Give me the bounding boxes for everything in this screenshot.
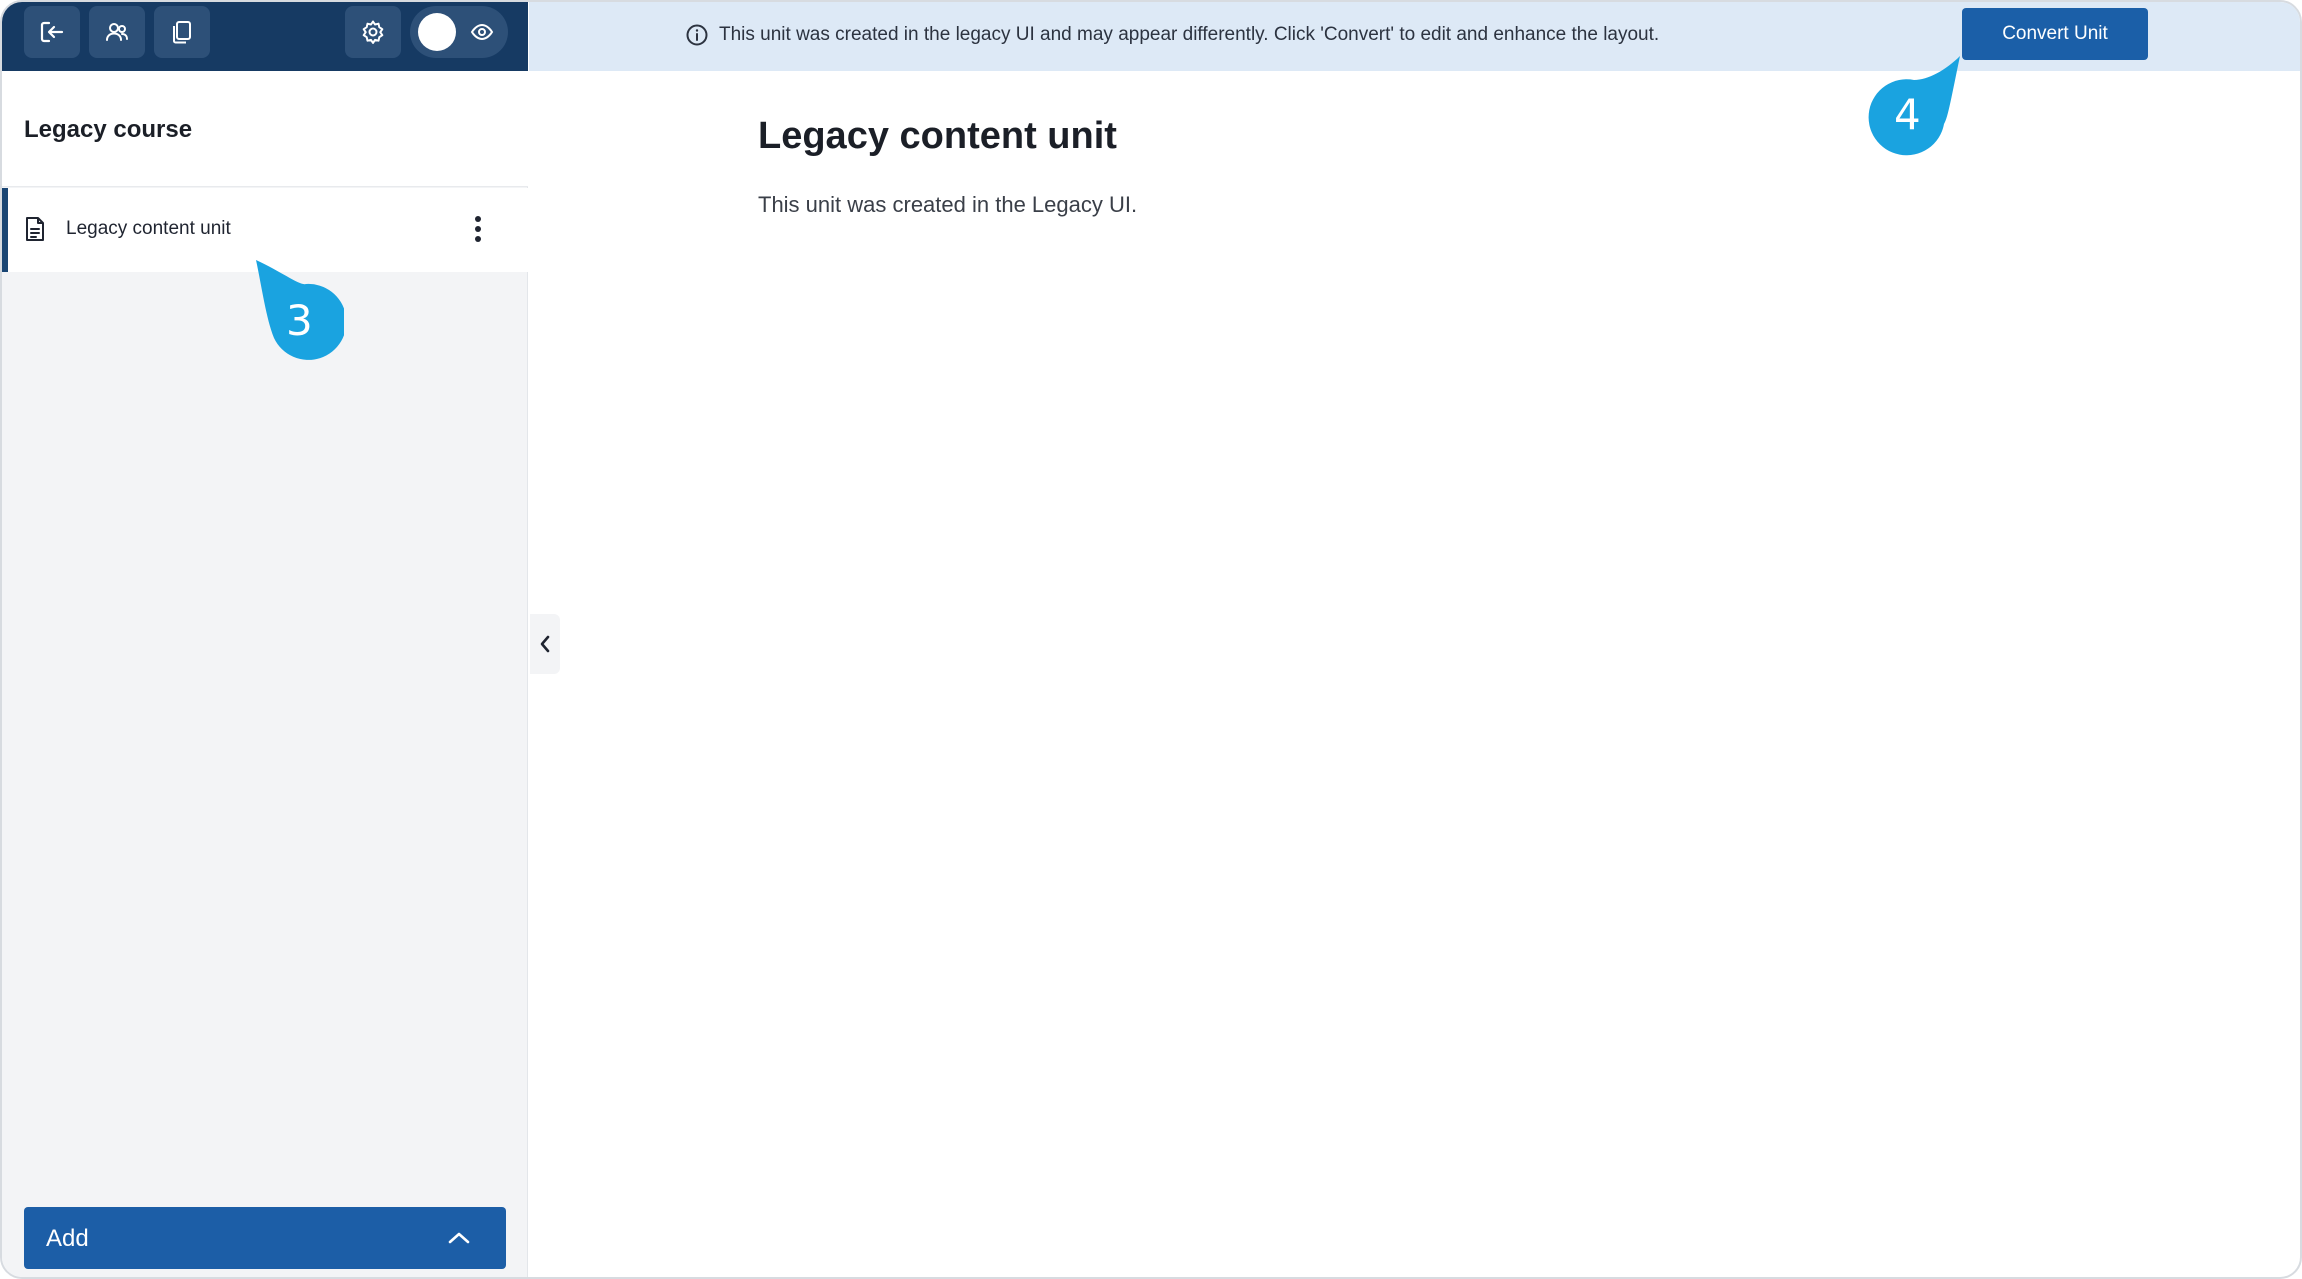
users-icon [106,23,128,41]
content-body: This unit was created in the Legacy UI. [758,192,1138,217]
toggle-knob [418,13,456,51]
document-icon [26,217,44,241]
add-label: Add [46,1225,89,1252]
sidebar-item-label: Legacy content unit [66,218,231,239]
add-button[interactable]: Add [24,1207,506,1269]
course-title: Legacy course [24,116,193,143]
info-icon [686,24,708,46]
settings-button[interactable] [345,6,401,58]
page-title: Legacy content unit [758,115,1117,157]
users-button[interactable] [89,6,145,58]
sidebar-toolbar [2,2,528,71]
copy-icon [173,21,191,44]
callout-number: 3 [286,296,313,345]
course-header: Legacy course [2,71,528,187]
exit-button[interactable] [24,6,80,58]
callout-marker-3: 3 [252,258,347,366]
chevron-left-icon [540,635,550,653]
collapse-sidebar-button[interactable] [530,614,560,674]
banner-text: This unit was created in the legacy UI a… [719,24,1660,45]
app-window: Legacy course Legacy content unit Add Th… [0,0,2302,1279]
exit-icon [40,21,64,43]
eye-icon [470,23,494,41]
callout-marker-4: 4 [1868,54,1964,156]
more-vertical-icon[interactable] [472,214,484,244]
chevron-up-icon [448,1232,470,1244]
copy-button[interactable] [154,6,210,58]
convert-unit-button[interactable]: Convert Unit [1962,8,2148,60]
sidebar: Legacy course Legacy content unit Add [2,2,528,1277]
gear-icon [362,20,384,44]
preview-toggle[interactable] [410,6,508,58]
callout-number: 4 [1894,90,1921,139]
